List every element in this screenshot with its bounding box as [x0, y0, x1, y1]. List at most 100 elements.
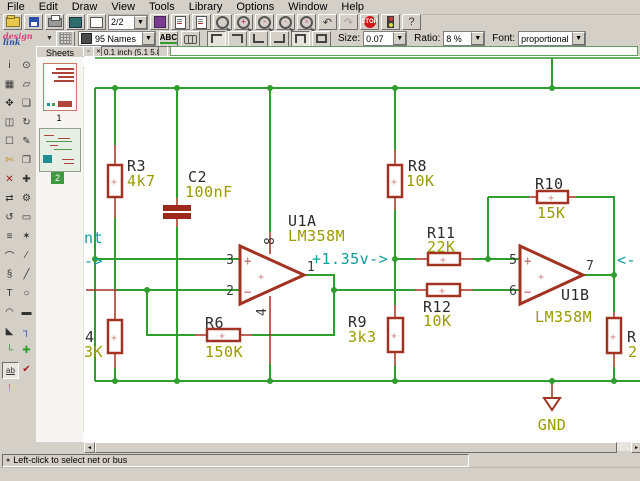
zoom-redraw-button[interactable]: ·	[276, 14, 295, 30]
bus-tool[interactable]: ┐	[19, 324, 34, 339]
sheet-2-thumbnail[interactable]	[39, 128, 81, 172]
bend-style-2[interactable]	[228, 31, 247, 47]
menu-options[interactable]: Options	[229, 0, 281, 14]
zoom-fit-button[interactable]	[213, 14, 232, 30]
bend-style-1-icon	[210, 33, 223, 44]
menu-help[interactable]: Help	[334, 0, 371, 14]
arc-tool[interactable]: ◠	[2, 305, 17, 320]
miter-tool[interactable]: ⌒	[2, 248, 17, 263]
menu-edit[interactable]: Edit	[32, 0, 65, 14]
group-tool[interactable]: ☐	[2, 134, 17, 149]
erc-lights-button[interactable]	[381, 14, 400, 30]
invoke-tool[interactable]: §	[2, 267, 17, 282]
copy-tool[interactable]: ❏	[19, 96, 34, 111]
value-tool[interactable]: ≡	[2, 229, 17, 244]
svg-text:+: +	[391, 331, 397, 342]
font-dropdown-icon[interactable]: ▼	[572, 32, 585, 45]
run-button[interactable]	[192, 14, 211, 30]
size-dropdown-icon[interactable]: ▼	[393, 32, 406, 45]
menu-window[interactable]: Window	[281, 0, 334, 14]
circle-tool[interactable]: ○	[19, 286, 34, 301]
bend-style-6[interactable]	[312, 31, 331, 47]
smash-tool[interactable]: ✶	[19, 229, 34, 244]
undo-button[interactable]: ↶	[318, 14, 337, 30]
command-input[interactable]	[170, 46, 638, 56]
scroll-right-icon[interactable]: ►	[631, 442, 640, 453]
stop-button[interactable]: STOP	[360, 14, 379, 30]
ratio-combo[interactable]: 8 % ▼	[443, 31, 485, 46]
mark-tool[interactable]: ▱	[19, 77, 34, 92]
gnd-symbol[interactable]	[544, 398, 560, 410]
rotate-tool[interactable]: ↻	[19, 115, 34, 130]
junction-tool[interactable]: ✚	[19, 343, 34, 358]
bend-style-1[interactable]	[207, 31, 226, 47]
svg-text:4k7: 4k7	[127, 172, 156, 190]
bend-style-4[interactable]	[270, 31, 289, 47]
change-tool[interactable]: ✎	[19, 134, 34, 149]
print-button[interactable]	[45, 14, 64, 30]
name-tool[interactable]: ▭	[19, 210, 34, 225]
delete-tool[interactable]: ✕	[2, 172, 17, 187]
net-tool[interactable]: └	[2, 343, 17, 358]
save-button[interactable]	[24, 14, 43, 30]
pinswap-tool[interactable]: ⇄	[2, 191, 17, 206]
xref-button[interactable]	[181, 31, 200, 47]
replace-tool[interactable]: ↺	[2, 210, 17, 225]
zoom-out-button[interactable]: -	[255, 14, 274, 30]
sheet-1-thumbnail[interactable]	[43, 63, 77, 111]
layer-dropdown-icon[interactable]: ▼	[142, 32, 155, 45]
sheet-dropdown-icon[interactable]: ▼	[134, 16, 147, 29]
schematic-canvas[interactable]: + − + + − + ++ ++ ++ ++ + 3 2 1 8 4 5 6 …	[84, 56, 640, 442]
zoom-in-button[interactable]: +	[234, 14, 253, 30]
horizontal-scrollbar[interactable]: ◄ ►	[84, 442, 640, 451]
display-tool[interactable]: ▦	[2, 77, 17, 92]
polygon-tool[interactable]: ◣	[2, 324, 17, 339]
zoom-select-button[interactable]: ▫	[297, 14, 316, 30]
grid-button[interactable]	[56, 31, 75, 47]
sheet-2-label-selected[interactable]: 2	[51, 172, 64, 184]
text-tool[interactable]: T	[2, 286, 17, 301]
menu-file[interactable]: File	[0, 0, 32, 14]
size-combo[interactable]: 0.07 ▼	[363, 31, 407, 46]
scrollbar-thumb[interactable]	[95, 442, 617, 453]
menu-tools[interactable]: Tools	[142, 0, 182, 14]
menu-view[interactable]: View	[104, 0, 142, 14]
rect-tool[interactable]: ▬	[19, 305, 34, 320]
sheet-selector[interactable]: 2/2▼	[108, 15, 148, 30]
mirror-tool[interactable]: ◫	[2, 115, 17, 130]
script-button[interactable]	[171, 14, 190, 30]
erc-tool[interactable]: ✔	[19, 362, 34, 377]
logo-dropdown-icon[interactable]: ▼	[46, 35, 53, 42]
component-C2[interactable]	[163, 205, 191, 219]
wire-tool[interactable]: ╱	[19, 267, 34, 282]
errors-tool[interactable]: !	[2, 381, 17, 396]
scroll-left-icon[interactable]: ◄	[84, 442, 95, 453]
cut-tool[interactable]: ✄	[2, 153, 17, 168]
menu-library[interactable]: Library	[182, 0, 230, 14]
zoom-fit-icon	[216, 16, 229, 29]
library-button[interactable]	[150, 14, 169, 30]
menu-draw[interactable]: Draw	[65, 0, 105, 14]
board-editor-icon	[69, 17, 82, 28]
paste-tool[interactable]: ❐	[19, 153, 34, 168]
bend-style-3[interactable]	[249, 31, 268, 47]
bend-style-5[interactable]	[291, 31, 310, 47]
font-combo[interactable]: proportional ▼	[518, 31, 586, 46]
open-file-button[interactable]	[3, 14, 22, 30]
add-tool[interactable]: ✚	[19, 172, 34, 187]
ratio-dropdown-icon[interactable]: ▼	[471, 32, 484, 45]
label-tool[interactable]: ab	[2, 362, 19, 379]
split-tool[interactable]: ∕	[19, 248, 34, 263]
abc-button[interactable]: ABC	[159, 31, 178, 47]
show-tool[interactable]: ⊙	[19, 58, 34, 73]
gateswap-tool[interactable]: ⚙	[19, 191, 34, 206]
sheet-frame-button[interactable]	[87, 14, 106, 30]
info-tool[interactable]: i	[2, 58, 17, 73]
redo-button[interactable]: ↷	[339, 14, 358, 30]
bend-style-6-icon	[315, 33, 328, 44]
move-tool[interactable]: ✥	[2, 96, 17, 111]
sheet-1-label[interactable]: 1	[36, 113, 82, 123]
board-editor-button[interactable]	[66, 14, 85, 30]
layer-selector[interactable]: 95 Names ▼	[78, 31, 156, 46]
help-button[interactable]: ?	[402, 14, 421, 30]
